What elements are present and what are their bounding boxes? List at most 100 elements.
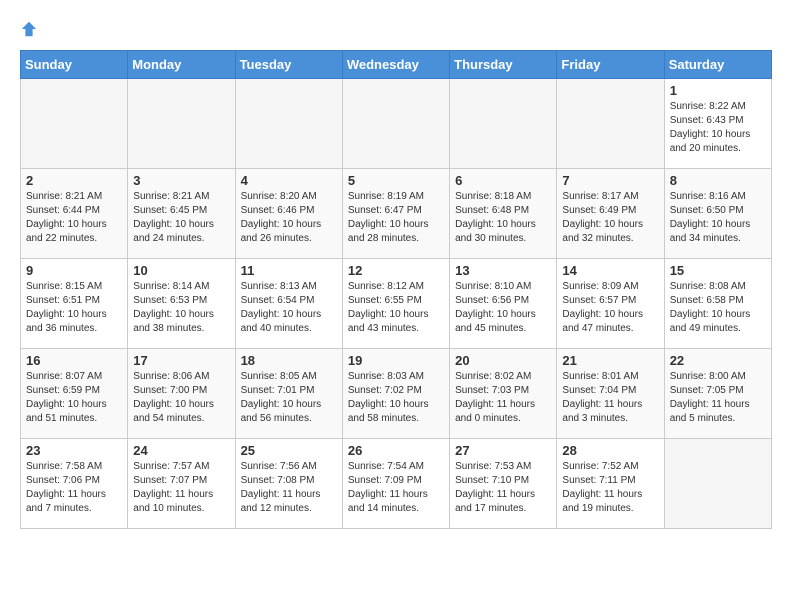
day-number: 2 (26, 173, 122, 188)
day-number: 18 (241, 353, 337, 368)
day-number: 7 (562, 173, 658, 188)
day-cell (450, 79, 557, 169)
day-cell: 1Sunrise: 8:22 AM Sunset: 6:43 PM Daylig… (664, 79, 771, 169)
day-cell (557, 79, 664, 169)
week-row-5: 23 Sunrise: 7:58 AM Sunset: 7:06 PM Dayli… (21, 439, 772, 529)
day-info: Sunrise: 8:15 AM Sunset: 6:51 PM Dayligh… (26, 280, 122, 336)
day-cell (664, 439, 771, 529)
day-cell (235, 79, 342, 169)
day-cell: 28 Sunrise: 7:52 AM Sunset: 7:11 PM Dayli… (557, 439, 664, 529)
day-info: Sunrise: 8:08 AM Sunset: 6:58 PM Dayligh… (670, 280, 766, 336)
day-info: Sunrise: 7:53 AM Sunset: 7:10 PM Dayligh… (455, 460, 551, 516)
day-cell: 7 Sunrise: 8:17 AM Sunset: 6:49 PM Daylig… (557, 169, 664, 259)
day-info: Sunrise: 8:13 AM Sunset: 6:54 PM Dayligh… (241, 280, 337, 336)
day-cell: 10Sunrise: 8:14 AM Sunset: 6:53 PM Dayli… (128, 259, 235, 349)
weekday-monday: Monday (128, 51, 235, 79)
day-info: Sunrise: 8:01 AM Sunset: 7:04 PM Dayligh… (562, 370, 658, 426)
header (20, 20, 772, 40)
day-number: 16 (26, 353, 122, 368)
day-number: 19 (348, 353, 444, 368)
day-cell: 17 Sunrise: 8:06 AM Sunset: 7:00 PM Dayli… (128, 349, 235, 439)
day-number: 28 (562, 443, 658, 458)
day-info: Sunrise: 8:21 AM Sunset: 6:44 PM Dayligh… (26, 190, 122, 246)
day-info: Sunrise: 8:02 AM Sunset: 7:03 PM Dayligh… (455, 370, 551, 426)
day-info: Sunrise: 8:19 AM Sunset: 6:47 PM Dayligh… (348, 190, 444, 246)
day-number: 20 (455, 353, 551, 368)
day-cell: 12 Sunrise: 8:12 AM Sunset: 6:55 PM Dayli… (342, 259, 449, 349)
day-number: 21 (562, 353, 658, 368)
day-info: Sunrise: 8:17 AM Sunset: 6:49 PM Dayligh… (562, 190, 658, 246)
day-cell: 13 Sunrise: 8:10 AM Sunset: 6:56 PM Dayli… (450, 259, 557, 349)
day-cell: 8Sunrise: 8:16 AM Sunset: 6:50 PM Daylig… (664, 169, 771, 259)
weekday-thursday: Thursday (450, 51, 557, 79)
day-info: Sunrise: 8:14 AM Sunset: 6:53 PM Dayligh… (133, 280, 229, 336)
day-info: Sunrise: 7:57 AM Sunset: 7:07 PM Dayligh… (133, 460, 229, 516)
day-info: Sunrise: 8:09 AM Sunset: 6:57 PM Dayligh… (562, 280, 658, 336)
day-info: Sunrise: 8:21 AM Sunset: 6:45 PM Dayligh… (133, 190, 229, 246)
day-number: 4 (241, 173, 337, 188)
day-number: 6 (455, 173, 551, 188)
weekday-wednesday: Wednesday (342, 51, 449, 79)
day-number: 14 (562, 263, 658, 278)
week-row-3: 9 Sunrise: 8:15 AM Sunset: 6:51 PM Daylig… (21, 259, 772, 349)
day-number: 22 (670, 353, 766, 368)
weekday-tuesday: Tuesday (235, 51, 342, 79)
day-cell: 27 Sunrise: 7:53 AM Sunset: 7:10 PM Dayli… (450, 439, 557, 529)
day-info: Sunrise: 7:52 AM Sunset: 7:11 PM Dayligh… (562, 460, 658, 516)
week-row-2: 2 Sunrise: 8:21 AM Sunset: 6:44 PM Daylig… (21, 169, 772, 259)
day-number: 24 (133, 443, 229, 458)
day-info: Sunrise: 8:05 AM Sunset: 7:01 PM Dayligh… (241, 370, 337, 426)
day-cell: 14 Sunrise: 8:09 AM Sunset: 6:57 PM Dayli… (557, 259, 664, 349)
day-info: Sunrise: 7:58 AM Sunset: 7:06 PM Dayligh… (26, 460, 122, 516)
week-row-4: 16 Sunrise: 8:07 AM Sunset: 6:59 PM Dayli… (21, 349, 772, 439)
day-cell: 3Sunrise: 8:21 AM Sunset: 6:45 PM Daylig… (128, 169, 235, 259)
day-info: Sunrise: 8:06 AM Sunset: 7:00 PM Dayligh… (133, 370, 229, 426)
day-cell: 23 Sunrise: 7:58 AM Sunset: 7:06 PM Dayli… (21, 439, 128, 529)
day-number: 13 (455, 263, 551, 278)
day-cell: 21 Sunrise: 8:01 AM Sunset: 7:04 PM Dayli… (557, 349, 664, 439)
day-cell: 26 Sunrise: 7:54 AM Sunset: 7:09 PM Dayli… (342, 439, 449, 529)
day-cell: 5 Sunrise: 8:19 AM Sunset: 6:47 PM Daylig… (342, 169, 449, 259)
day-number: 9 (26, 263, 122, 278)
day-cell: 18 Sunrise: 8:05 AM Sunset: 7:01 PM Dayli… (235, 349, 342, 439)
day-info: Sunrise: 8:07 AM Sunset: 6:59 PM Dayligh… (26, 370, 122, 426)
day-cell (21, 79, 128, 169)
day-info: Sunrise: 8:03 AM Sunset: 7:02 PM Dayligh… (348, 370, 444, 426)
day-info: Sunrise: 8:18 AM Sunset: 6:48 PM Dayligh… (455, 190, 551, 246)
logo (20, 20, 42, 40)
day-info: Sunrise: 8:00 AM Sunset: 7:05 PM Dayligh… (670, 370, 766, 426)
day-cell: 11Sunrise: 8:13 AM Sunset: 6:54 PM Dayli… (235, 259, 342, 349)
weekday-friday: Friday (557, 51, 664, 79)
day-number: 15 (670, 263, 766, 278)
day-info: Sunrise: 7:56 AM Sunset: 7:08 PM Dayligh… (241, 460, 337, 516)
day-cell: 25 Sunrise: 7:56 AM Sunset: 7:08 PM Dayli… (235, 439, 342, 529)
day-info: Sunrise: 8:20 AM Sunset: 6:46 PM Dayligh… (241, 190, 337, 246)
day-cell: 24 Sunrise: 7:57 AM Sunset: 7:07 PM Dayli… (128, 439, 235, 529)
weekday-saturday: Saturday (664, 51, 771, 79)
week-row-1: 1Sunrise: 8:22 AM Sunset: 6:43 PM Daylig… (21, 79, 772, 169)
day-cell (342, 79, 449, 169)
day-cell: 2 Sunrise: 8:21 AM Sunset: 6:44 PM Daylig… (21, 169, 128, 259)
day-info: Sunrise: 8:22 AM Sunset: 6:43 PM Dayligh… (670, 100, 766, 156)
day-number: 23 (26, 443, 122, 458)
day-cell: 15 Sunrise: 8:08 AM Sunset: 6:58 PM Dayli… (664, 259, 771, 349)
day-number: 26 (348, 443, 444, 458)
day-cell: 19 Sunrise: 8:03 AM Sunset: 7:02 PM Dayli… (342, 349, 449, 439)
day-info: Sunrise: 8:12 AM Sunset: 6:55 PM Dayligh… (348, 280, 444, 336)
day-cell: 16 Sunrise: 8:07 AM Sunset: 6:59 PM Dayli… (21, 349, 128, 439)
weekday-header-row: SundayMondayTuesdayWednesdayThursdayFrid… (21, 51, 772, 79)
day-cell: 22 Sunrise: 8:00 AM Sunset: 7:05 PM Dayli… (664, 349, 771, 439)
day-number: 17 (133, 353, 229, 368)
day-number: 27 (455, 443, 551, 458)
day-info: Sunrise: 8:10 AM Sunset: 6:56 PM Dayligh… (455, 280, 551, 336)
logo-icon (20, 20, 38, 38)
day-cell: 4 Sunrise: 8:20 AM Sunset: 6:46 PM Daylig… (235, 169, 342, 259)
day-info: Sunrise: 7:54 AM Sunset: 7:09 PM Dayligh… (348, 460, 444, 516)
day-number: 25 (241, 443, 337, 458)
day-cell: 9 Sunrise: 8:15 AM Sunset: 6:51 PM Daylig… (21, 259, 128, 349)
day-number: 8 (670, 173, 766, 188)
weekday-sunday: Sunday (21, 51, 128, 79)
day-cell: 6 Sunrise: 8:18 AM Sunset: 6:48 PM Daylig… (450, 169, 557, 259)
day-number: 12 (348, 263, 444, 278)
day-number: 5 (348, 173, 444, 188)
